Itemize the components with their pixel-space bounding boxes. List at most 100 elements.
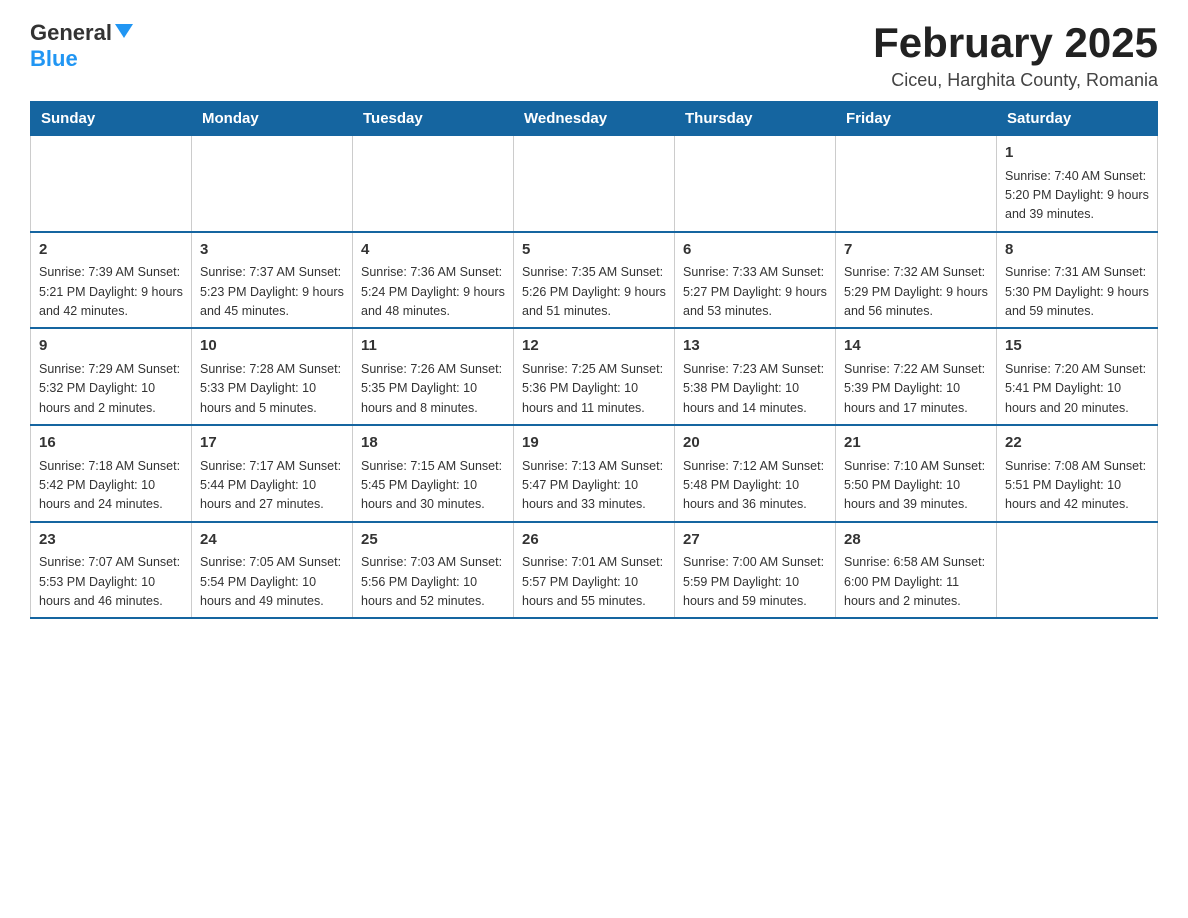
day-number: 9 <box>39 335 183 358</box>
logo: General Blue <box>30 20 133 72</box>
column-header-saturday: Saturday <box>997 102 1158 136</box>
calendar-cell <box>836 136 997 232</box>
logo-arrow-icon <box>115 24 133 38</box>
day-info: Sunrise: 7:37 AM Sunset: 5:23 PM Dayligh… <box>200 263 344 321</box>
day-number: 5 <box>522 239 666 262</box>
day-number: 21 <box>844 432 988 455</box>
day-info: Sunrise: 7:18 AM Sunset: 5:42 PM Dayligh… <box>39 457 183 515</box>
calendar-week-5: 23Sunrise: 7:07 AM Sunset: 5:53 PM Dayli… <box>31 522 1158 619</box>
day-number: 6 <box>683 239 827 262</box>
day-info: Sunrise: 7:22 AM Sunset: 5:39 PM Dayligh… <box>844 360 988 418</box>
day-info: Sunrise: 7:20 AM Sunset: 5:41 PM Dayligh… <box>1005 360 1149 418</box>
day-info: Sunrise: 7:10 AM Sunset: 5:50 PM Dayligh… <box>844 457 988 515</box>
calendar-cell: 11Sunrise: 7:26 AM Sunset: 5:35 PM Dayli… <box>353 328 514 425</box>
calendar-table: SundayMondayTuesdayWednesdayThursdayFrid… <box>30 101 1158 619</box>
calendar-cell: 19Sunrise: 7:13 AM Sunset: 5:47 PM Dayli… <box>514 425 675 522</box>
column-header-monday: Monday <box>192 102 353 136</box>
column-header-tuesday: Tuesday <box>353 102 514 136</box>
calendar-cell: 17Sunrise: 7:17 AM Sunset: 5:44 PM Dayli… <box>192 425 353 522</box>
logo-blue-text: Blue <box>30 46 78 72</box>
day-info: Sunrise: 7:39 AM Sunset: 5:21 PM Dayligh… <box>39 263 183 321</box>
calendar-cell: 5Sunrise: 7:35 AM Sunset: 5:26 PM Daylig… <box>514 232 675 329</box>
day-number: 16 <box>39 432 183 455</box>
day-number: 7 <box>844 239 988 262</box>
day-number: 27 <box>683 529 827 552</box>
day-number: 23 <box>39 529 183 552</box>
calendar-week-4: 16Sunrise: 7:18 AM Sunset: 5:42 PM Dayli… <box>31 425 1158 522</box>
calendar-cell: 12Sunrise: 7:25 AM Sunset: 5:36 PM Dayli… <box>514 328 675 425</box>
day-number: 11 <box>361 335 505 358</box>
calendar-cell: 27Sunrise: 7:00 AM Sunset: 5:59 PM Dayli… <box>675 522 836 619</box>
day-number: 15 <box>1005 335 1149 358</box>
day-number: 4 <box>361 239 505 262</box>
day-number: 1 <box>1005 142 1149 165</box>
day-info: Sunrise: 7:17 AM Sunset: 5:44 PM Dayligh… <box>200 457 344 515</box>
calendar-cell: 21Sunrise: 7:10 AM Sunset: 5:50 PM Dayli… <box>836 425 997 522</box>
day-info: Sunrise: 7:32 AM Sunset: 5:29 PM Dayligh… <box>844 263 988 321</box>
day-number: 19 <box>522 432 666 455</box>
calendar-cell: 18Sunrise: 7:15 AM Sunset: 5:45 PM Dayli… <box>353 425 514 522</box>
calendar-cell: 16Sunrise: 7:18 AM Sunset: 5:42 PM Dayli… <box>31 425 192 522</box>
calendar-cell <box>514 136 675 232</box>
day-number: 28 <box>844 529 988 552</box>
calendar-cell: 9Sunrise: 7:29 AM Sunset: 5:32 PM Daylig… <box>31 328 192 425</box>
day-number: 25 <box>361 529 505 552</box>
calendar-cell: 24Sunrise: 7:05 AM Sunset: 5:54 PM Dayli… <box>192 522 353 619</box>
page-header: General Blue February 2025 Ciceu, Harghi… <box>30 20 1158 91</box>
calendar-cell: 23Sunrise: 7:07 AM Sunset: 5:53 PM Dayli… <box>31 522 192 619</box>
day-number: 17 <box>200 432 344 455</box>
logo-general-text: General <box>30 20 112 46</box>
day-info: Sunrise: 7:26 AM Sunset: 5:35 PM Dayligh… <box>361 360 505 418</box>
day-number: 18 <box>361 432 505 455</box>
calendar-cell: 13Sunrise: 7:23 AM Sunset: 5:38 PM Dayli… <box>675 328 836 425</box>
day-info: Sunrise: 7:33 AM Sunset: 5:27 PM Dayligh… <box>683 263 827 321</box>
location-text: Ciceu, Harghita County, Romania <box>873 70 1158 91</box>
calendar-cell: 3Sunrise: 7:37 AM Sunset: 5:23 PM Daylig… <box>192 232 353 329</box>
day-info: Sunrise: 7:35 AM Sunset: 5:26 PM Dayligh… <box>522 263 666 321</box>
day-number: 8 <box>1005 239 1149 262</box>
column-header-friday: Friday <box>836 102 997 136</box>
calendar-cell: 28Sunrise: 6:58 AM Sunset: 6:00 PM Dayli… <box>836 522 997 619</box>
calendar-cell: 2Sunrise: 7:39 AM Sunset: 5:21 PM Daylig… <box>31 232 192 329</box>
day-number: 20 <box>683 432 827 455</box>
day-info: Sunrise: 7:15 AM Sunset: 5:45 PM Dayligh… <box>361 457 505 515</box>
day-info: Sunrise: 7:01 AM Sunset: 5:57 PM Dayligh… <box>522 553 666 611</box>
column-header-wednesday: Wednesday <box>514 102 675 136</box>
day-info: Sunrise: 7:36 AM Sunset: 5:24 PM Dayligh… <box>361 263 505 321</box>
day-number: 24 <box>200 529 344 552</box>
day-info: Sunrise: 7:31 AM Sunset: 5:30 PM Dayligh… <box>1005 263 1149 321</box>
day-number: 22 <box>1005 432 1149 455</box>
title-section: February 2025 Ciceu, Harghita County, Ro… <box>873 20 1158 91</box>
day-number: 10 <box>200 335 344 358</box>
day-info: Sunrise: 7:13 AM Sunset: 5:47 PM Dayligh… <box>522 457 666 515</box>
calendar-cell: 25Sunrise: 7:03 AM Sunset: 5:56 PM Dayli… <box>353 522 514 619</box>
calendar-cell: 4Sunrise: 7:36 AM Sunset: 5:24 PM Daylig… <box>353 232 514 329</box>
day-number: 3 <box>200 239 344 262</box>
calendar-cell: 14Sunrise: 7:22 AM Sunset: 5:39 PM Dayli… <box>836 328 997 425</box>
calendar-cell <box>31 136 192 232</box>
column-header-sunday: Sunday <box>31 102 192 136</box>
calendar-week-3: 9Sunrise: 7:29 AM Sunset: 5:32 PM Daylig… <box>31 328 1158 425</box>
month-title: February 2025 <box>873 20 1158 66</box>
calendar-cell: 7Sunrise: 7:32 AM Sunset: 5:29 PM Daylig… <box>836 232 997 329</box>
day-info: Sunrise: 7:28 AM Sunset: 5:33 PM Dayligh… <box>200 360 344 418</box>
day-info: Sunrise: 7:29 AM Sunset: 5:32 PM Dayligh… <box>39 360 183 418</box>
calendar-week-1: 1Sunrise: 7:40 AM Sunset: 5:20 PM Daylig… <box>31 136 1158 232</box>
day-info: Sunrise: 7:03 AM Sunset: 5:56 PM Dayligh… <box>361 553 505 611</box>
calendar-cell: 8Sunrise: 7:31 AM Sunset: 5:30 PM Daylig… <box>997 232 1158 329</box>
column-header-thursday: Thursday <box>675 102 836 136</box>
day-number: 2 <box>39 239 183 262</box>
day-info: Sunrise: 7:05 AM Sunset: 5:54 PM Dayligh… <box>200 553 344 611</box>
day-number: 14 <box>844 335 988 358</box>
calendar-cell: 6Sunrise: 7:33 AM Sunset: 5:27 PM Daylig… <box>675 232 836 329</box>
calendar-cell: 20Sunrise: 7:12 AM Sunset: 5:48 PM Dayli… <box>675 425 836 522</box>
calendar-cell: 15Sunrise: 7:20 AM Sunset: 5:41 PM Dayli… <box>997 328 1158 425</box>
calendar-week-2: 2Sunrise: 7:39 AM Sunset: 5:21 PM Daylig… <box>31 232 1158 329</box>
calendar-cell: 26Sunrise: 7:01 AM Sunset: 5:57 PM Dayli… <box>514 522 675 619</box>
calendar-cell <box>675 136 836 232</box>
day-info: Sunrise: 6:58 AM Sunset: 6:00 PM Dayligh… <box>844 553 988 611</box>
day-info: Sunrise: 7:40 AM Sunset: 5:20 PM Dayligh… <box>1005 167 1149 225</box>
day-number: 13 <box>683 335 827 358</box>
calendar-cell <box>997 522 1158 619</box>
day-info: Sunrise: 7:12 AM Sunset: 5:48 PM Dayligh… <box>683 457 827 515</box>
